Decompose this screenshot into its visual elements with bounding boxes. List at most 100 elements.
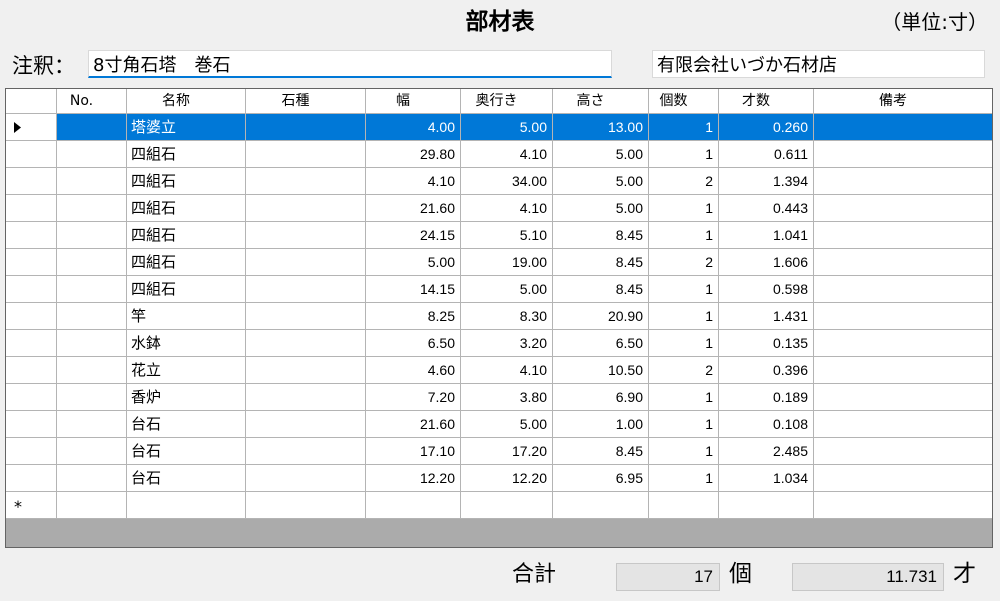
cell-stone-type[interactable] xyxy=(246,195,366,222)
cell-stone-type[interactable] xyxy=(246,114,366,141)
cell-sai[interactable]: 1.431 xyxy=(719,303,814,330)
cell-depth[interactable]: 5.10 xyxy=(461,222,553,249)
row-header[interactable] xyxy=(6,195,57,222)
cell-stone-type[interactable] xyxy=(246,141,366,168)
cell-notes[interactable] xyxy=(814,249,992,276)
cell-sai[interactable] xyxy=(719,492,814,519)
cell-stone-type[interactable] xyxy=(246,465,366,492)
cell-height[interactable]: 6.95 xyxy=(553,465,649,492)
cell-stone-type[interactable] xyxy=(246,330,366,357)
cell-quantity[interactable]: 1 xyxy=(649,384,719,411)
cell-quantity[interactable] xyxy=(649,492,719,519)
row-header[interactable] xyxy=(6,465,57,492)
cell-no[interactable] xyxy=(57,438,127,465)
cell-quantity[interactable]: 1 xyxy=(649,276,719,303)
cell-notes[interactable] xyxy=(814,411,992,438)
cell-name[interactable]: 香炉 xyxy=(127,384,246,411)
cell-notes[interactable] xyxy=(814,330,992,357)
cell-height[interactable]: 5.00 xyxy=(553,195,649,222)
cell-quantity[interactable]: 1 xyxy=(649,141,719,168)
cell-notes[interactable] xyxy=(814,384,992,411)
cell-stone-type[interactable] xyxy=(246,411,366,438)
cell-no[interactable] xyxy=(57,222,127,249)
cell-depth[interactable]: 5.00 xyxy=(461,114,553,141)
grid-row[interactable]: 水鉢 6.50 3.20 6.50 1 0.135 xyxy=(6,330,992,357)
cell-name[interactable]: 竿 xyxy=(127,303,246,330)
cell-width[interactable]: 14.15 xyxy=(366,276,461,303)
cell-no[interactable] xyxy=(57,492,127,519)
cell-name[interactable]: 四組石 xyxy=(127,276,246,303)
cell-notes[interactable] xyxy=(814,303,992,330)
grid-row[interactable]: 四組石 21.60 4.10 5.00 1 0.443 xyxy=(6,195,992,222)
cell-height[interactable]: 20.90 xyxy=(553,303,649,330)
cell-name[interactable] xyxy=(127,492,246,519)
grid-row[interactable]: 台石 21.60 5.00 1.00 1 0.108 xyxy=(6,411,992,438)
grid-row[interactable]: 香炉 7.20 3.80 6.90 1 0.189 xyxy=(6,384,992,411)
cell-height[interactable]: 13.00 xyxy=(553,114,649,141)
cell-depth[interactable]: 34.00 xyxy=(461,168,553,195)
cell-depth[interactable]: 3.80 xyxy=(461,384,553,411)
column-header-height[interactable]: 高さ xyxy=(553,89,649,114)
cell-depth[interactable]: 19.00 xyxy=(461,249,553,276)
cell-no[interactable] xyxy=(57,276,127,303)
column-header-no[interactable]: No. xyxy=(57,89,127,114)
cell-height[interactable]: 10.50 xyxy=(553,357,649,384)
cell-quantity[interactable]: 1 xyxy=(649,222,719,249)
cell-quantity[interactable]: 2 xyxy=(649,249,719,276)
cell-name[interactable]: 四組石 xyxy=(127,222,246,249)
cell-width[interactable]: 8.25 xyxy=(366,303,461,330)
cell-stone-type[interactable] xyxy=(246,222,366,249)
cell-width[interactable]: 12.20 xyxy=(366,465,461,492)
cell-stone-type[interactable] xyxy=(246,168,366,195)
cell-notes[interactable] xyxy=(814,276,992,303)
grid-row[interactable]: 四組石 4.10 34.00 5.00 2 1.394 xyxy=(6,168,992,195)
annotation-input[interactable] xyxy=(88,50,612,78)
grid-row[interactable]: 花立 4.60 4.10 10.50 2 0.396 xyxy=(6,357,992,384)
row-header[interactable]: * xyxy=(6,492,57,519)
cell-quantity[interactable]: 1 xyxy=(649,114,719,141)
column-header-width[interactable]: 幅 xyxy=(366,89,461,114)
grid-row[interactable]: 四組石 24.15 5.10 8.45 1 1.041 xyxy=(6,222,992,249)
cell-sai[interactable]: 0.135 xyxy=(719,330,814,357)
cell-name[interactable]: 四組石 xyxy=(127,141,246,168)
cell-stone-type[interactable] xyxy=(246,492,366,519)
cell-notes[interactable] xyxy=(814,114,992,141)
cell-depth[interactable]: 4.10 xyxy=(461,357,553,384)
cell-name[interactable]: 台石 xyxy=(127,411,246,438)
cell-width[interactable]: 21.60 xyxy=(366,195,461,222)
row-header[interactable] xyxy=(6,276,57,303)
cell-no[interactable] xyxy=(57,357,127,384)
column-header-quantity[interactable]: 個数 xyxy=(649,89,719,114)
row-header[interactable] xyxy=(6,114,57,141)
cell-sai[interactable]: 0.108 xyxy=(719,411,814,438)
cell-no[interactable] xyxy=(57,114,127,141)
cell-stone-type[interactable] xyxy=(246,303,366,330)
cell-quantity[interactable]: 1 xyxy=(649,330,719,357)
cell-depth[interactable]: 4.10 xyxy=(461,141,553,168)
cell-depth[interactable]: 3.20 xyxy=(461,330,553,357)
cell-depth[interactable] xyxy=(461,492,553,519)
cell-height[interactable]: 8.45 xyxy=(553,276,649,303)
cell-sai[interactable]: 0.443 xyxy=(719,195,814,222)
cell-width[interactable]: 17.10 xyxy=(366,438,461,465)
cell-no[interactable] xyxy=(57,384,127,411)
column-header-depth[interactable]: 奥行き xyxy=(461,89,553,114)
row-header[interactable] xyxy=(6,357,57,384)
cell-name[interactable]: 台石 xyxy=(127,438,246,465)
cell-width[interactable]: 7.20 xyxy=(366,384,461,411)
cell-name[interactable]: 水鉢 xyxy=(127,330,246,357)
cell-width[interactable]: 29.80 xyxy=(366,141,461,168)
cell-name[interactable]: 台石 xyxy=(127,465,246,492)
cell-quantity[interactable]: 1 xyxy=(649,195,719,222)
cell-sai[interactable]: 0.598 xyxy=(719,276,814,303)
cell-height[interactable]: 5.00 xyxy=(553,141,649,168)
cell-sai[interactable]: 1.606 xyxy=(719,249,814,276)
cell-stone-type[interactable] xyxy=(246,357,366,384)
company-name-field[interactable] xyxy=(652,50,985,78)
cell-notes[interactable] xyxy=(814,168,992,195)
row-header[interactable] xyxy=(6,249,57,276)
cell-no[interactable] xyxy=(57,141,127,168)
cell-name[interactable]: 花立 xyxy=(127,357,246,384)
grid-row[interactable]: 四組石 5.00 19.00 8.45 2 1.606 xyxy=(6,249,992,276)
cell-height[interactable] xyxy=(553,492,649,519)
